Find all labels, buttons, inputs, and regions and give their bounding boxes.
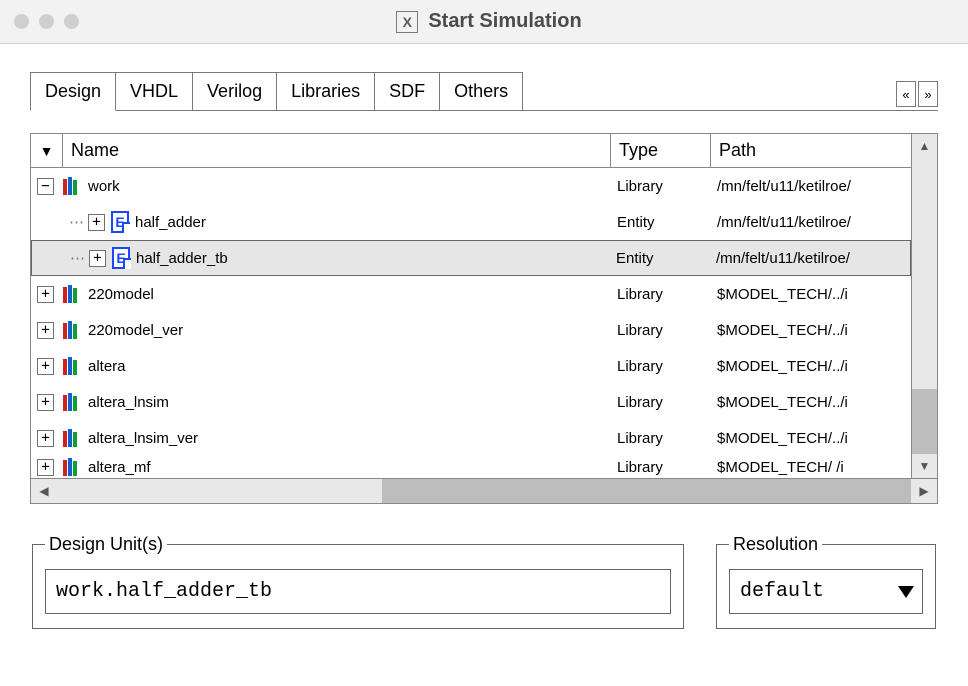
scroll-up-icon[interactable]: ▲: [912, 134, 937, 158]
row-path: $MODEL_TECH/../i: [711, 394, 911, 411]
title-wrap: X Start Simulation: [79, 10, 899, 33]
tree-row[interactable]: + altera_lnsim Library$MODEL_TECH/../i: [31, 384, 911, 420]
tab-vhdl[interactable]: VHDL: [115, 72, 193, 111]
tree-row[interactable]: ⋯+Ehalf_adder_tbEntity/mn/felt/u11/ketil…: [31, 240, 911, 276]
library-icon: [60, 283, 82, 305]
row-name: work: [88, 178, 120, 195]
expand-toggle[interactable]: +: [37, 358, 54, 375]
window-title: Start Simulation: [428, 10, 581, 33]
library-icon: [60, 355, 82, 377]
library-icon: [60, 319, 82, 341]
row-name: altera_lnsim_ver: [88, 430, 198, 447]
vertical-scrollbar[interactable]: ▲ ▼: [911, 134, 937, 478]
expand-toggle[interactable]: +: [37, 459, 54, 476]
tree-row[interactable]: ⋯+Ehalf_adderEntity/mn/felt/u11/ketilroe…: [31, 204, 911, 240]
tabs-row: DesignVHDLVerilogLibrariesSDFOthers « »: [30, 72, 938, 111]
expand-toggle[interactable]: +: [89, 250, 106, 267]
resolution-value: default: [730, 570, 890, 613]
window-zoom-icon[interactable]: [64, 14, 79, 29]
expand-toggle[interactable]: +: [37, 322, 54, 339]
tree-row[interactable]: + altera_mf Library$MODEL_TECH/ /i: [31, 456, 911, 478]
scroll-left-icon[interactable]: ◀: [31, 479, 57, 503]
row-name: half_adder_tb: [136, 250, 228, 267]
resolution-group: Resolution default: [716, 534, 936, 629]
expand-toggle[interactable]: −: [37, 178, 54, 195]
dialog-body: DesignVHDLVerilogLibrariesSDFOthers « » …: [0, 44, 968, 629]
scroll-down-icon[interactable]: ▼: [912, 454, 937, 478]
resolution-select[interactable]: default: [729, 569, 923, 614]
tab-sdf[interactable]: SDF: [374, 72, 440, 111]
entity-icon: E: [111, 211, 129, 233]
tree-row[interactable]: + altera Library$MODEL_TECH/../i: [31, 348, 911, 384]
dropdown-icon[interactable]: [890, 586, 922, 598]
tree-row[interactable]: +220model Library$MODEL_TECH/../i: [31, 276, 911, 312]
tree-row[interactable]: +220model_ver Library$MODEL_TECH/../i: [31, 312, 911, 348]
horizontal-scrollbar[interactable]: ◀ ▶: [30, 478, 938, 504]
library-icon: [60, 456, 82, 478]
row-type: Library: [611, 286, 711, 303]
design-units-input[interactable]: [45, 569, 671, 614]
row-path: /mn/felt/u11/ketilroe/: [711, 178, 911, 195]
filter-button[interactable]: ▼: [31, 134, 63, 167]
tab-design[interactable]: Design: [30, 72, 116, 111]
scroll-thumb-vertical[interactable]: [912, 158, 937, 389]
row-path: /mn/felt/u11/ketilroe/: [711, 214, 911, 231]
list-header: ▼ Name Type Path: [31, 134, 911, 168]
row-name: 220model: [88, 286, 154, 303]
library-list: ▼ Name Type Path − work Library/mn/felt/u1…: [30, 133, 938, 479]
app-icon: X: [396, 11, 418, 33]
row-path: $MODEL_TECH/ /i: [711, 459, 911, 476]
row-type: Library: [611, 358, 711, 375]
scroll-right-icon[interactable]: ▶: [911, 479, 937, 503]
tab-others[interactable]: Others: [439, 72, 523, 111]
window-controls: [14, 14, 79, 29]
tabs-scroll-left-button[interactable]: «: [896, 81, 916, 107]
expand-toggle[interactable]: +: [37, 430, 54, 447]
library-icon: [60, 391, 82, 413]
row-path: $MODEL_TECH/../i: [711, 286, 911, 303]
row-path: /mn/felt/u11/ketilroe/: [710, 250, 910, 267]
tabs-scroll-right-button[interactable]: »: [918, 81, 938, 107]
row-type: Entity: [610, 250, 710, 267]
expand-toggle[interactable]: +: [88, 214, 105, 231]
row-type: Library: [611, 430, 711, 447]
row-name: altera: [88, 358, 126, 375]
row-type: Entity: [611, 214, 711, 231]
row-path: $MODEL_TECH/../i: [711, 322, 911, 339]
row-name: altera_lnsim: [88, 394, 169, 411]
resolution-legend: Resolution: [729, 534, 822, 555]
row-name: half_adder: [135, 214, 206, 231]
column-header-path[interactable]: Path: [711, 134, 911, 167]
row-path: $MODEL_TECH/../i: [711, 430, 911, 447]
scroll-thumb-horizontal[interactable]: [57, 479, 382, 503]
row-name: 220model_ver: [88, 322, 183, 339]
row-type: Library: [611, 178, 711, 195]
column-header-type[interactable]: Type: [611, 134, 711, 167]
design-units-legend: Design Unit(s): [45, 534, 167, 555]
entity-icon: E: [112, 247, 130, 269]
tree-row[interactable]: + altera_lnsim_ver Library$MODEL_TECH/../i: [31, 420, 911, 456]
row-path: $MODEL_TECH/../i: [711, 358, 911, 375]
library-icon: [60, 427, 82, 449]
tab-libraries[interactable]: Libraries: [276, 72, 375, 111]
column-header-name[interactable]: Name: [63, 134, 611, 167]
row-name: altera_mf: [88, 459, 151, 476]
tree-row[interactable]: − work Library/mn/felt/u11/ketilroe/: [31, 168, 911, 204]
expand-toggle[interactable]: +: [37, 286, 54, 303]
design-units-group: Design Unit(s): [32, 534, 684, 629]
row-type: Library: [611, 394, 711, 411]
row-type: Library: [611, 322, 711, 339]
library-icon: [60, 175, 82, 197]
expand-toggle[interactable]: +: [37, 394, 54, 411]
tab-verilog[interactable]: Verilog: [192, 72, 277, 111]
row-type: Library: [611, 459, 711, 476]
titlebar: X Start Simulation: [0, 0, 968, 44]
window-close-icon[interactable]: [14, 14, 29, 29]
window-minimize-icon[interactable]: [39, 14, 54, 29]
